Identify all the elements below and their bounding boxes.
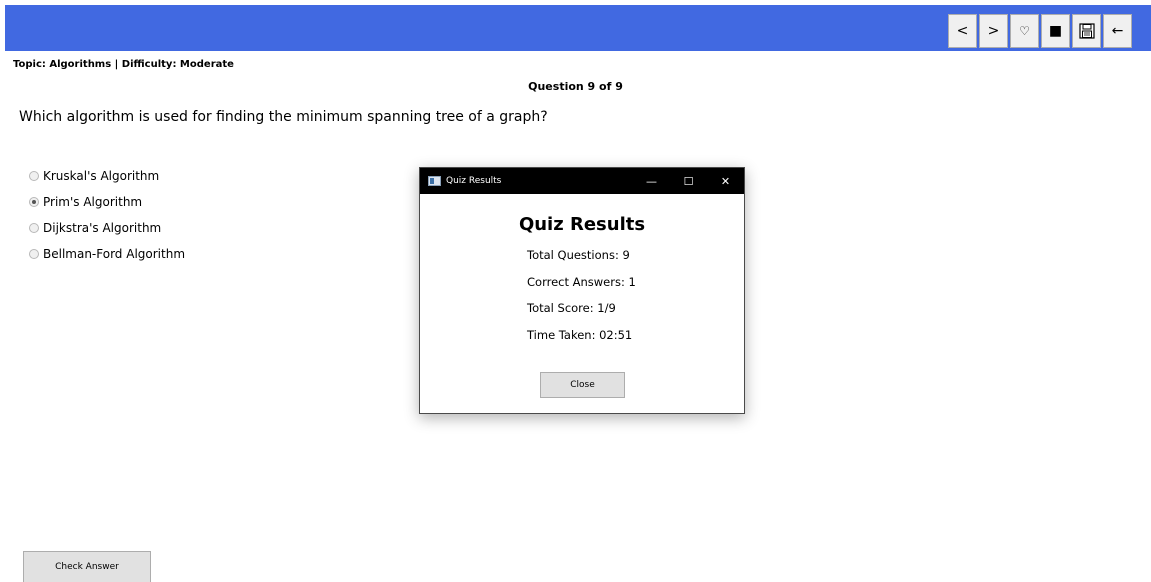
maximize-icon[interactable]: ☐ bbox=[670, 168, 707, 194]
total-questions-text: Total Questions: 9 bbox=[527, 248, 630, 262]
dialog-titlebar[interactable]: Quiz Results — ☐ ✕ bbox=[420, 168, 744, 194]
window-controls: — ☐ ✕ bbox=[633, 168, 744, 194]
dialog-window-title: Quiz Results bbox=[446, 176, 502, 186]
radio-button[interactable] bbox=[29, 223, 39, 233]
radio-button[interactable] bbox=[29, 249, 39, 259]
answer-option-label: Kruskal's Algorithm bbox=[43, 169, 160, 183]
save-button[interactable] bbox=[1072, 14, 1101, 48]
time-taken-text: Time Taken: 02:51 bbox=[527, 327, 633, 342]
radio-button-selected[interactable] bbox=[29, 197, 39, 207]
close-icon[interactable]: ✕ bbox=[707, 168, 744, 194]
total-score-text: Total Score: 1/9 bbox=[527, 301, 616, 315]
answer-option[interactable]: Dijkstra's Algorithm bbox=[29, 215, 185, 241]
previous-button[interactable]: < bbox=[948, 14, 977, 48]
answer-options: Kruskal's Algorithm Prim's Algorithm Dij… bbox=[29, 163, 185, 267]
heart-icon: ♡ bbox=[1019, 24, 1030, 38]
dialog-heading: Quiz Results bbox=[518, 214, 646, 235]
back-button[interactable]: ← bbox=[1103, 14, 1132, 48]
app-window-icon bbox=[428, 176, 441, 186]
quiz-results-dialog: Quiz Results — ☐ ✕ Quiz Results Total Qu… bbox=[419, 167, 745, 414]
stop-button[interactable]: ■ bbox=[1041, 14, 1070, 48]
answer-option[interactable]: Prim's Algorithm bbox=[29, 189, 185, 215]
answer-option-label: Bellman-Ford Algorithm bbox=[43, 247, 186, 261]
minimize-icon[interactable]: — bbox=[633, 168, 670, 194]
floppy-disk-icon bbox=[1078, 23, 1095, 39]
topic-difficulty-label: Topic: Algorithms | Difficulty: Moderate bbox=[13, 59, 234, 70]
toolbar: < > ♡ ■ ← bbox=[948, 14, 1134, 48]
close-button[interactable]: Close bbox=[540, 372, 625, 398]
answer-option[interactable]: Bellman-Ford Algorithm bbox=[29, 241, 185, 267]
favorite-button[interactable]: ♡ bbox=[1010, 14, 1039, 48]
answer-option-label: Dijkstra's Algorithm bbox=[43, 221, 162, 235]
radio-button[interactable] bbox=[29, 171, 39, 181]
answer-option[interactable]: Kruskal's Algorithm bbox=[29, 163, 185, 189]
app-header: < > ♡ ■ ← bbox=[0, 0, 1151, 51]
next-button[interactable]: > bbox=[979, 14, 1008, 48]
correct-answers-text: Correct Answers: 1 bbox=[527, 274, 636, 289]
question-text: Which algorithm is used for finding the … bbox=[19, 109, 548, 125]
stop-icon: ■ bbox=[1048, 23, 1063, 39]
question-counter: Question 9 of 9 bbox=[528, 80, 623, 93]
check-answer-button[interactable]: Check Answer bbox=[23, 551, 151, 582]
results-summary: Total Questions: 9 Correct Answers: 1 To… bbox=[527, 248, 744, 354]
answer-option-label: Prim's Algorithm bbox=[43, 195, 143, 209]
